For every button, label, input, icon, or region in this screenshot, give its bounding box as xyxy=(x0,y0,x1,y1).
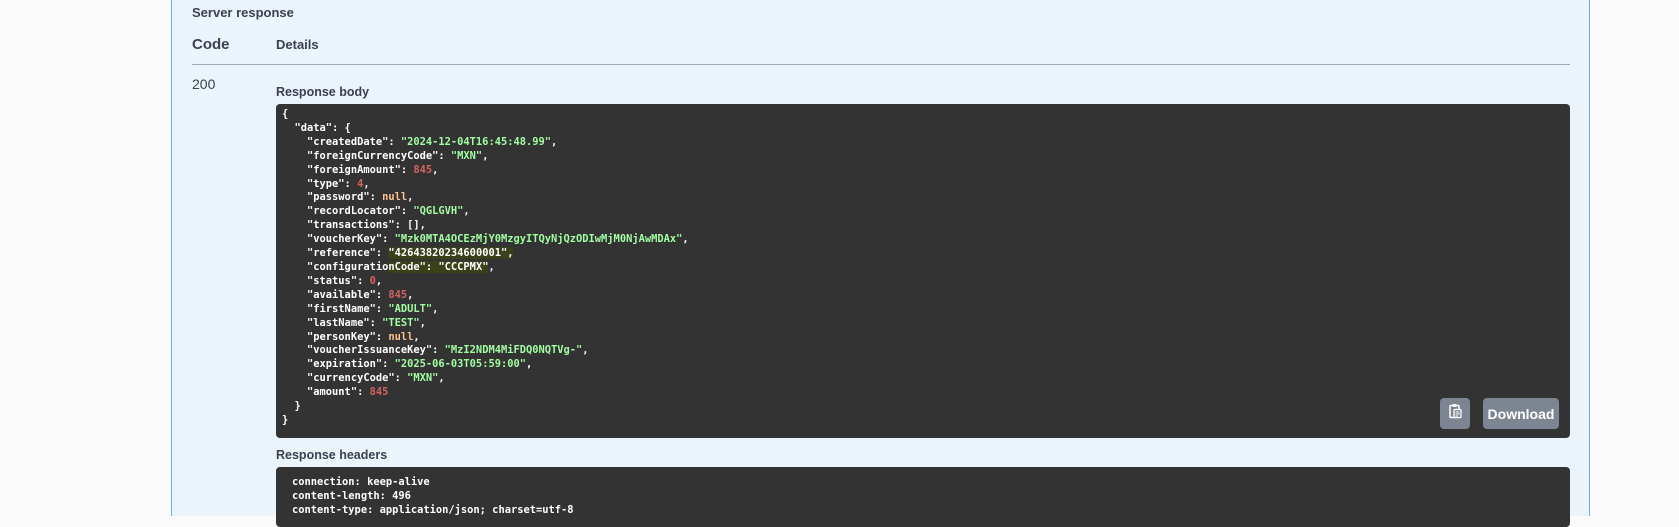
code-token: "42643820234600001", xyxy=(388,247,514,260)
header-line: connection: keep-alive xyxy=(292,476,430,488)
code-token: , xyxy=(432,302,439,315)
code-token: "TEST" xyxy=(382,316,420,329)
code-token: "foreignCurrencyCode": xyxy=(282,149,451,162)
code-line: "configurationCode": "CCCPMX", xyxy=(282,260,1564,275)
code-token: "configuratio xyxy=(282,260,389,273)
code-token: "2025-06-03T05:59:00" xyxy=(394,358,526,371)
code-token: "voucherIssuanceKey": xyxy=(282,344,445,357)
code-token: "createdDate": xyxy=(282,135,401,148)
code-line: "recordLocator": "QGLGVH", xyxy=(282,205,1564,219)
code-token: "MzI2NDM4MiFDQ0NQTVg-" xyxy=(444,344,583,357)
code-line: "currencyCode": "MXN", xyxy=(282,372,1564,386)
code-token: null xyxy=(382,191,408,204)
code-token: "data": { xyxy=(282,121,351,134)
code-token: } xyxy=(282,400,301,413)
code-line: "amount": 845 xyxy=(282,386,1564,400)
response-body-code[interactable]: { "data": { "createdDate": "2024-12-04T1… xyxy=(276,104,1570,438)
code-token: nCode": xyxy=(388,260,439,273)
code-line: "reference": "42643820234600001", xyxy=(282,247,1564,261)
code-token: "voucherKey": xyxy=(282,233,395,246)
section-title: Server response xyxy=(192,5,294,20)
column-header-code: Code xyxy=(192,36,230,53)
code-token: , xyxy=(551,135,558,148)
response-headers-code[interactable]: connection: keep-alive content-length: 49… xyxy=(276,467,1570,527)
code-token: , xyxy=(463,205,470,218)
code-token: "ADULT" xyxy=(388,302,433,315)
code-line: } xyxy=(282,414,1564,428)
code-line: "status": 0, xyxy=(282,275,1564,289)
table-divider xyxy=(192,64,1570,65)
code-token: , xyxy=(419,316,426,329)
code-token: , xyxy=(525,358,533,371)
code-token: "reference": xyxy=(282,247,389,260)
code-line: "type": 4, xyxy=(282,178,1564,192)
code-token: "expiration": xyxy=(282,358,395,371)
code-token: "MXN" xyxy=(450,149,483,162)
response-body-heading: Response body xyxy=(276,85,370,99)
code-token: , xyxy=(413,330,420,343)
code-line: "foreignAmount": 845, xyxy=(282,164,1564,178)
code-token: , xyxy=(375,274,383,287)
code-token: , xyxy=(407,288,414,301)
code-token: "lastName": xyxy=(282,316,383,329)
code-token: "recordLocator": xyxy=(282,205,414,218)
code-token: "firstName": xyxy=(282,302,389,315)
code-token: "2024-12-04T16:45:48.99" xyxy=(400,135,551,148)
code-token: "status": xyxy=(282,274,370,287)
code-token: , xyxy=(488,260,495,273)
copy-to-clipboard-button[interactable] xyxy=(1440,398,1470,429)
code-token: , xyxy=(682,233,689,246)
code-line: "available": 845, xyxy=(282,289,1564,303)
code-line: "createdDate": "2024-12-04T16:45:48.99", xyxy=(282,136,1564,150)
code-token: , xyxy=(438,372,445,385)
code-token: } xyxy=(282,413,289,426)
code-line: "voucherIssuanceKey": "MzI2NDM4MiFDQ0NQT… xyxy=(282,344,1564,358)
code-token: "CCCPMX" xyxy=(438,260,489,273)
download-button[interactable]: Download xyxy=(1483,398,1559,429)
code-token: 845 xyxy=(413,163,433,176)
code-token: "password": xyxy=(282,191,383,204)
code-line: "data": { xyxy=(282,122,1564,136)
code-token: , xyxy=(432,163,439,176)
code-token: , xyxy=(582,344,589,357)
code-line: } xyxy=(282,400,1564,414)
code-line: "transactions": [], xyxy=(282,219,1564,233)
code-line: { xyxy=(282,108,1564,122)
code-line: "personKey": null, xyxy=(282,331,1564,345)
code-token: , xyxy=(407,191,414,204)
code-line: "voucherKey": "Mzk0MTA4OCEzMjY0MzgyITQyN… xyxy=(282,233,1564,247)
code-line: "firstName": "ADULT", xyxy=(282,303,1564,317)
code-token: { xyxy=(282,108,289,120)
code-token: "amount": xyxy=(282,386,370,399)
code-token: 845 xyxy=(369,386,389,399)
column-header-details: Details xyxy=(276,37,319,52)
code-line: "password": null, xyxy=(282,191,1564,205)
code-token: "type": xyxy=(282,177,358,190)
code-token: "transactions": [], xyxy=(282,219,426,232)
code-token: "available": xyxy=(282,288,389,301)
code-token: "QGLGVH" xyxy=(413,205,464,218)
code-token: "foreignAmount": xyxy=(282,163,414,176)
response-headers-heading: Response headers xyxy=(276,448,388,462)
code-token: 845 xyxy=(388,288,408,301)
code-token: "personKey": xyxy=(282,330,389,343)
code-token: "currencyCode": xyxy=(282,372,408,385)
code-line: "foreignCurrencyCode": "MXN", xyxy=(282,150,1564,164)
code-token: "MXN" xyxy=(407,372,439,385)
status-code: 200 xyxy=(192,76,216,92)
code-line: "expiration": "2025-06-03T05:59:00", xyxy=(282,358,1564,372)
code-token: null xyxy=(388,330,414,343)
header-line: content-length: 496 xyxy=(292,489,411,502)
code-line: "lastName": "TEST", xyxy=(282,317,1564,331)
clipboard-icon xyxy=(1447,403,1463,424)
code-token: "Mzk0MTA4OCEzMjY0MzgyITQyNjQzODIwMjM0NjA… xyxy=(394,233,683,246)
code-token: , xyxy=(482,149,489,162)
code-token: , xyxy=(363,177,370,190)
